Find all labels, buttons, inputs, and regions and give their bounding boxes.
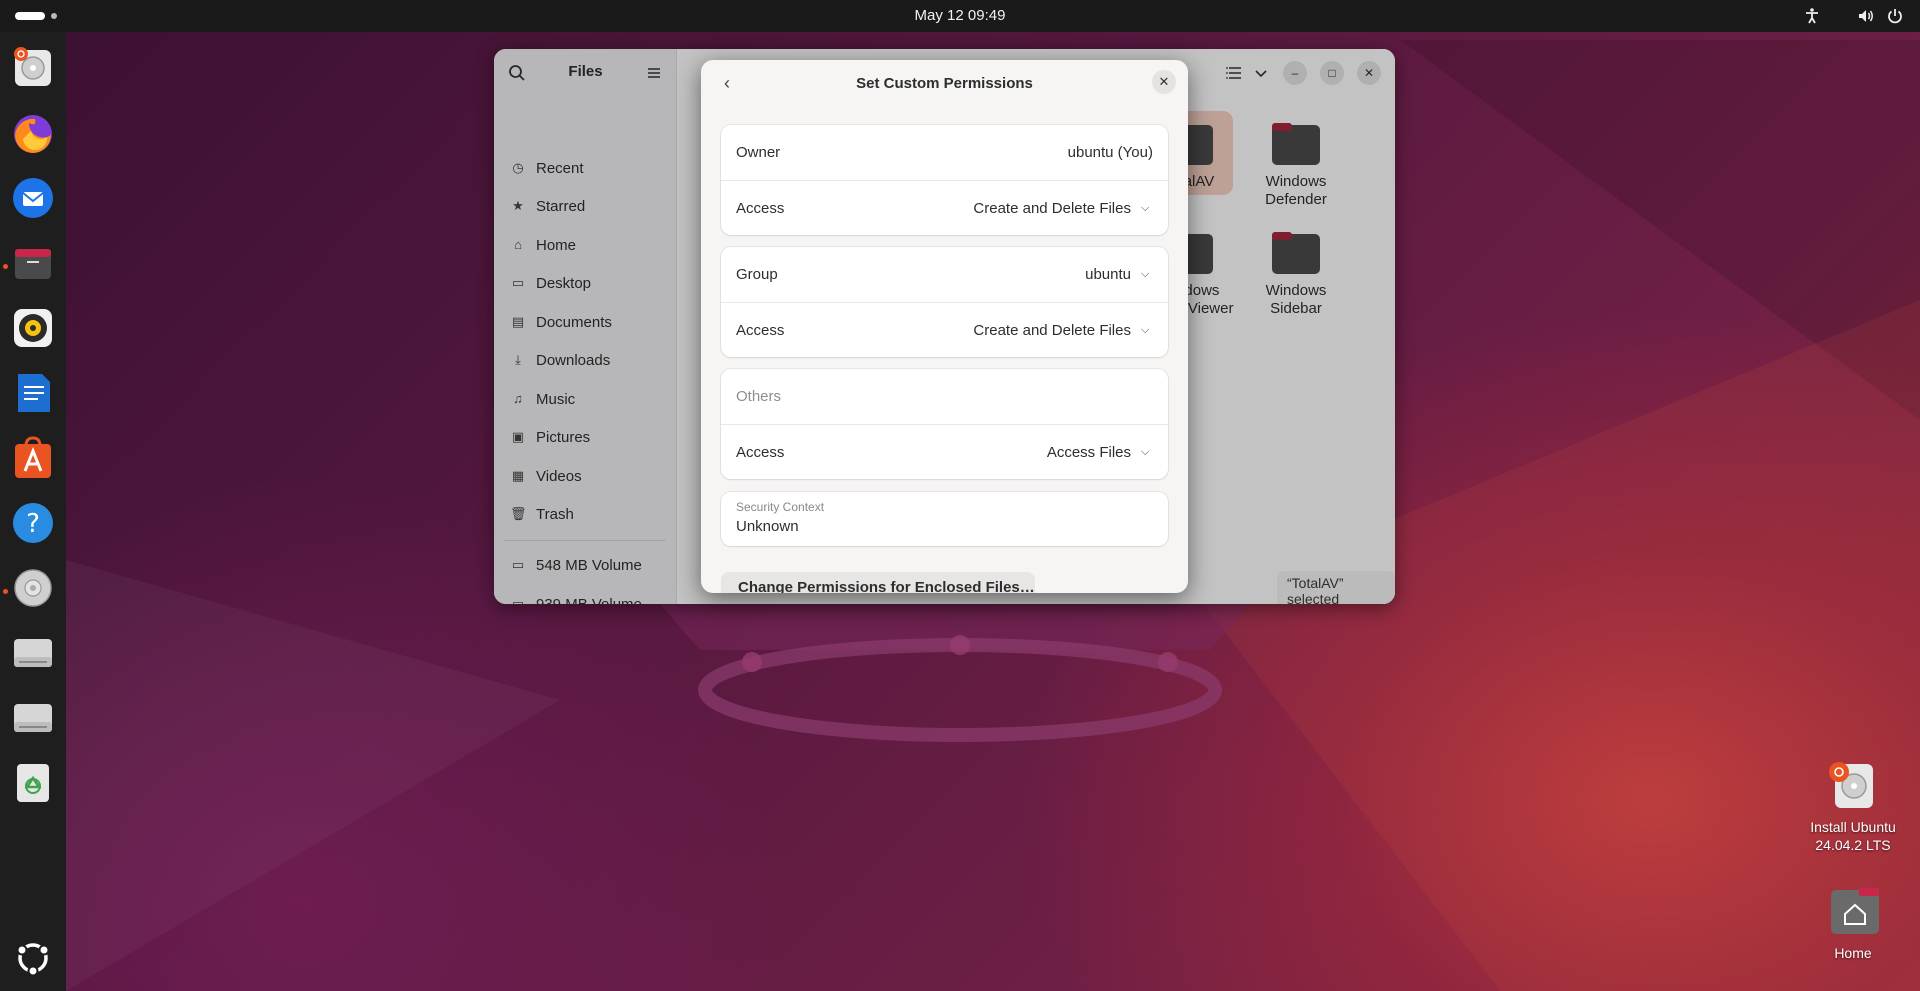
- install-ubuntu-label: Install Ubuntu 24.04.2 LTS: [1810, 819, 1896, 853]
- svg-text:?: ?: [26, 509, 40, 539]
- dock: ?: [0, 32, 66, 991]
- group-card: Group ubuntu ⌵ Access Create and Delete …: [721, 247, 1168, 357]
- clock[interactable]: May 12 09:49: [915, 7, 1006, 24]
- group-access-dropdown[interactable]: Access Create and Delete Files ⌵: [721, 302, 1168, 357]
- chevron-down-icon: ⌵: [1141, 268, 1150, 280]
- files-dock-icon[interactable]: [9, 239, 57, 287]
- dialog-close-button[interactable]: ✕: [1152, 70, 1176, 94]
- activities-indicator[interactable]: [15, 12, 45, 20]
- install-ubuntu-desktop-icon[interactable]: Install Ubuntu 24.04.2 LTS: [1798, 758, 1908, 854]
- files-running-indicator: [3, 264, 8, 269]
- help-icon[interactable]: ?: [9, 499, 57, 547]
- workspace-dot[interactable]: [51, 13, 57, 19]
- others-card: Others Access Access Files ⌵: [721, 369, 1168, 479]
- set-custom-permissions-dialog: ‹ Set Custom Permissions ✕ Owner ubuntu …: [701, 60, 1188, 593]
- owner-card: Owner ubuntu (You) Access Create and Del…: [721, 125, 1168, 235]
- others-label: Others: [736, 388, 782, 405]
- install-ubuntu-dock-icon[interactable]: [9, 44, 57, 92]
- owner-value: ubuntu (You): [1067, 144, 1153, 161]
- group-access-label: Access: [736, 321, 785, 339]
- trash-dock-icon[interactable]: [9, 759, 57, 807]
- volume-icon[interactable]: [1857, 7, 1875, 25]
- accessibility-icon[interactable]: [1803, 7, 1821, 25]
- install-ubuntu-icon: [1829, 762, 1873, 808]
- disc-running-indicator: [3, 589, 8, 594]
- app-center-icon[interactable]: [9, 434, 57, 482]
- home-folder-icon: [1831, 888, 1879, 934]
- disc-icon[interactable]: [9, 564, 57, 612]
- owner-label: Owner: [736, 144, 781, 161]
- thunderbird-icon[interactable]: [9, 174, 57, 222]
- others-access-value: Access Files: [1046, 443, 1131, 461]
- owner-row: Owner ubuntu (You): [721, 125, 1168, 180]
- dialog-title: Set Custom Permissions: [856, 75, 1033, 92]
- security-context-label: Security Context: [736, 500, 825, 514]
- owner-access-label: Access: [736, 199, 785, 217]
- drive-icon-1[interactable]: [9, 629, 57, 677]
- security-context-card: Security Context Unknown: [721, 492, 1168, 546]
- group-label: Group: [736, 266, 778, 283]
- others-access-label: Access: [736, 443, 785, 461]
- others-access-dropdown[interactable]: Access Access Files ⌵: [721, 424, 1168, 479]
- owner-access-value: Create and Delete Files: [973, 199, 1131, 217]
- home-label: Home: [1834, 945, 1872, 961]
- group-access-value: Create and Delete Files: [973, 321, 1131, 339]
- others-row: Others: [721, 369, 1168, 424]
- chevron-down-icon: ⌵: [1141, 201, 1150, 214]
- show-apps-icon[interactable]: [9, 934, 57, 982]
- firefox-icon[interactable]: [9, 109, 57, 157]
- chevron-down-icon: ⌵: [1141, 445, 1150, 458]
- home-desktop-icon[interactable]: Home: [1798, 884, 1908, 962]
- chevron-down-icon: ⌵: [1141, 323, 1150, 336]
- rhythmbox-icon[interactable]: [9, 304, 57, 352]
- top-bar: May 12 09:49: [0, 0, 1920, 32]
- security-context-value: Unknown: [736, 518, 799, 535]
- close-icon: ✕: [1158, 74, 1170, 89]
- libreoffice-writer-icon[interactable]: [9, 369, 57, 417]
- group-value: ubuntu: [1085, 266, 1131, 283]
- owner-access-dropdown[interactable]: Access Create and Delete Files ⌵: [721, 180, 1168, 235]
- group-dropdown[interactable]: Group ubuntu ⌵: [721, 247, 1168, 302]
- drive-icon-2[interactable]: [9, 694, 57, 742]
- power-icon[interactable]: [1886, 7, 1904, 25]
- change-enclosed-permissions-button[interactable]: Change Permissions for Enclosed Files…: [721, 572, 1035, 593]
